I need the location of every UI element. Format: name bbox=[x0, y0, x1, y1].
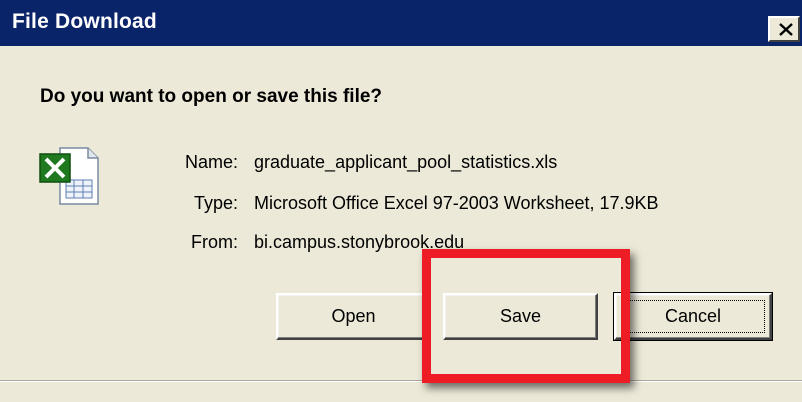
save-button-label: Save bbox=[499, 306, 542, 326]
name-value: graduate_applicant_pool_statistics.xls bbox=[254, 152, 558, 172]
type-value: Microsoft Office Excel 97-2003 Worksheet… bbox=[254, 193, 659, 213]
save-button[interactable]: Save bbox=[443, 293, 598, 340]
cancel-button[interactable]: Cancel bbox=[613, 292, 773, 341]
download-question: Do you want to open or save this file? bbox=[40, 86, 383, 107]
name-label: Name: bbox=[184, 152, 238, 172]
close-button[interactable] bbox=[768, 16, 800, 42]
title-bar[interactable]: File Download bbox=[0, 0, 802, 46]
close-icon bbox=[779, 23, 793, 36]
excel-file-icon bbox=[39, 147, 99, 205]
from-label: From: bbox=[191, 232, 238, 252]
open-button[interactable]: Open bbox=[276, 293, 431, 340]
from-value: bi.campus.stonybrook.edu bbox=[254, 232, 465, 252]
type-label: Type: bbox=[193, 193, 238, 213]
bottom-divider bbox=[0, 380, 802, 382]
open-button-label: Open bbox=[331, 306, 376, 326]
file-download-dialog: File Download Do you want to open or sav… bbox=[0, 0, 802, 402]
window-title: File Download bbox=[12, 10, 157, 33]
focus-rectangle bbox=[621, 300, 765, 333]
